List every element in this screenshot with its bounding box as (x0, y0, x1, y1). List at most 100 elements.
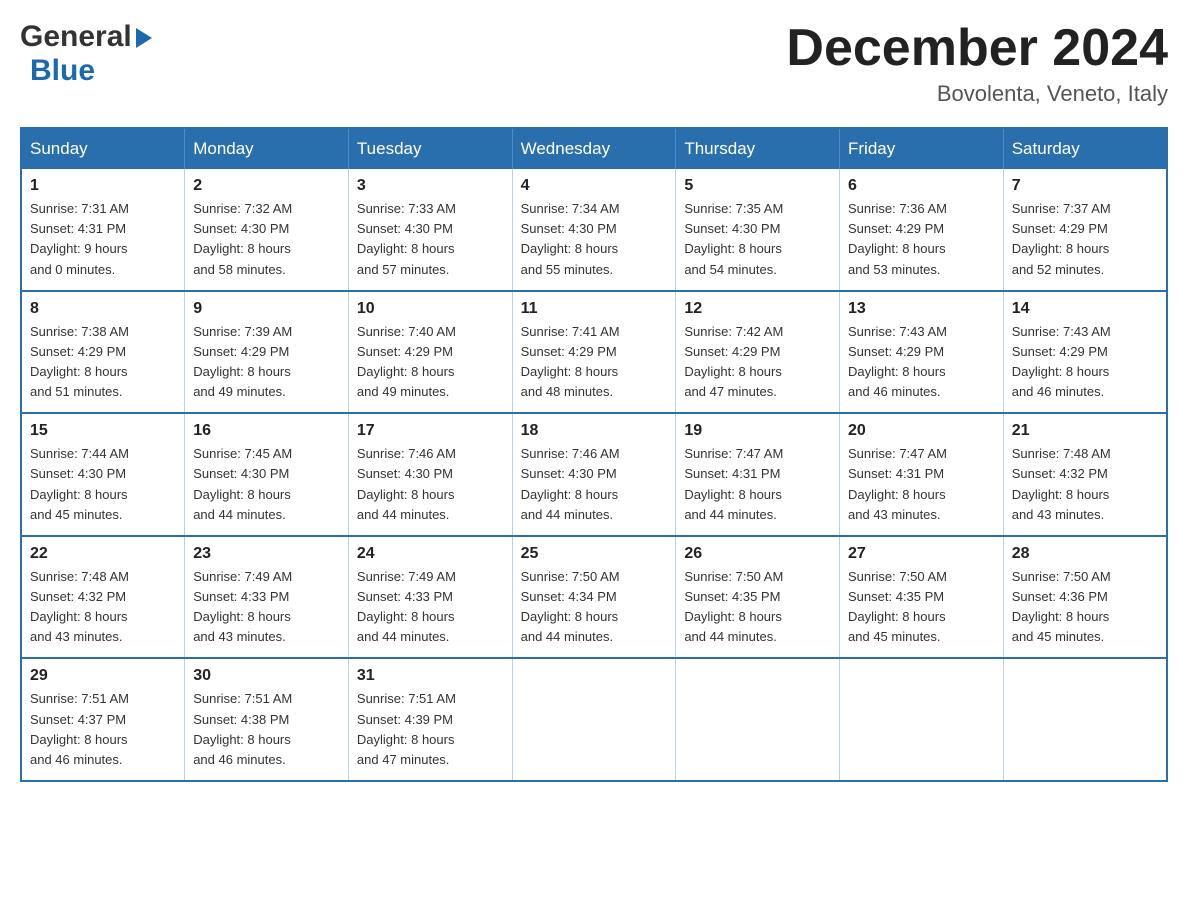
day-number: 25 (521, 545, 668, 563)
calendar-cell (840, 658, 1004, 781)
day-number: 3 (357, 177, 504, 195)
day-number: 27 (848, 545, 995, 563)
month-title: December 2024 (786, 20, 1168, 77)
day-number: 14 (1012, 300, 1158, 318)
day-number: 17 (357, 422, 504, 440)
calendar-cell: 25 Sunrise: 7:50 AMSunset: 4:34 PMDaylig… (512, 536, 676, 659)
calendar-cell: 8 Sunrise: 7:38 AMSunset: 4:29 PMDayligh… (21, 291, 185, 414)
day-number: 4 (521, 177, 668, 195)
day-info: Sunrise: 7:37 AMSunset: 4:29 PMDaylight:… (1012, 201, 1111, 276)
calendar-cell: 30 Sunrise: 7:51 AMSunset: 4:38 PMDaylig… (185, 658, 349, 781)
day-number: 16 (193, 422, 340, 440)
logo-arrow-icon (136, 28, 152, 48)
logo: General Blue (20, 20, 152, 88)
day-number: 24 (357, 545, 504, 563)
header-monday: Monday (185, 128, 349, 169)
title-section: December 2024 Bovolenta, Veneto, Italy (786, 20, 1168, 107)
day-info: Sunrise: 7:51 AMSunset: 4:37 PMDaylight:… (30, 691, 129, 766)
calendar-header-row: Sunday Monday Tuesday Wednesday Thursday… (21, 128, 1167, 169)
calendar-cell: 4 Sunrise: 7:34 AMSunset: 4:30 PMDayligh… (512, 169, 676, 291)
day-info: Sunrise: 7:50 AMSunset: 4:35 PMDaylight:… (848, 569, 947, 644)
calendar-cell: 20 Sunrise: 7:47 AMSunset: 4:31 PMDaylig… (840, 413, 1004, 536)
day-number: 23 (193, 545, 340, 563)
calendar-week-row: 22 Sunrise: 7:48 AMSunset: 4:32 PMDaylig… (21, 536, 1167, 659)
day-info: Sunrise: 7:42 AMSunset: 4:29 PMDaylight:… (684, 324, 783, 399)
day-info: Sunrise: 7:41 AMSunset: 4:29 PMDaylight:… (521, 324, 620, 399)
calendar-cell: 16 Sunrise: 7:45 AMSunset: 4:30 PMDaylig… (185, 413, 349, 536)
day-number: 29 (30, 667, 176, 685)
day-number: 28 (1012, 545, 1158, 563)
day-number: 11 (521, 300, 668, 318)
day-info: Sunrise: 7:47 AMSunset: 4:31 PMDaylight:… (848, 446, 947, 521)
page-header: General Blue December 2024 Bovolenta, Ve… (20, 20, 1168, 107)
calendar-cell: 26 Sunrise: 7:50 AMSunset: 4:35 PMDaylig… (676, 536, 840, 659)
day-info: Sunrise: 7:35 AMSunset: 4:30 PMDaylight:… (684, 201, 783, 276)
calendar-cell: 7 Sunrise: 7:37 AMSunset: 4:29 PMDayligh… (1003, 169, 1167, 291)
day-number: 12 (684, 300, 831, 318)
day-info: Sunrise: 7:50 AMSunset: 4:36 PMDaylight:… (1012, 569, 1111, 644)
day-number: 2 (193, 177, 340, 195)
day-number: 1 (30, 177, 176, 195)
day-number: 6 (848, 177, 995, 195)
calendar-cell: 5 Sunrise: 7:35 AMSunset: 4:30 PMDayligh… (676, 169, 840, 291)
calendar-cell: 3 Sunrise: 7:33 AMSunset: 4:30 PMDayligh… (348, 169, 512, 291)
calendar-cell: 2 Sunrise: 7:32 AMSunset: 4:30 PMDayligh… (185, 169, 349, 291)
day-number: 22 (30, 545, 176, 563)
day-info: Sunrise: 7:48 AMSunset: 4:32 PMDaylight:… (1012, 446, 1111, 521)
calendar-cell: 18 Sunrise: 7:46 AMSunset: 4:30 PMDaylig… (512, 413, 676, 536)
day-number: 9 (193, 300, 340, 318)
day-info: Sunrise: 7:43 AMSunset: 4:29 PMDaylight:… (848, 324, 947, 399)
calendar-week-row: 1 Sunrise: 7:31 AMSunset: 4:31 PMDayligh… (21, 169, 1167, 291)
day-number: 13 (848, 300, 995, 318)
day-info: Sunrise: 7:31 AMSunset: 4:31 PMDaylight:… (30, 201, 129, 276)
day-info: Sunrise: 7:36 AMSunset: 4:29 PMDaylight:… (848, 201, 947, 276)
day-info: Sunrise: 7:44 AMSunset: 4:30 PMDaylight:… (30, 446, 129, 521)
calendar-cell: 27 Sunrise: 7:50 AMSunset: 4:35 PMDaylig… (840, 536, 1004, 659)
calendar-week-row: 15 Sunrise: 7:44 AMSunset: 4:30 PMDaylig… (21, 413, 1167, 536)
day-number: 18 (521, 422, 668, 440)
header-sunday: Sunday (21, 128, 185, 169)
calendar-cell: 12 Sunrise: 7:42 AMSunset: 4:29 PMDaylig… (676, 291, 840, 414)
day-info: Sunrise: 7:49 AMSunset: 4:33 PMDaylight:… (193, 569, 292, 644)
logo-general-text: General (20, 20, 132, 54)
day-info: Sunrise: 7:47 AMSunset: 4:31 PMDaylight:… (684, 446, 783, 521)
day-info: Sunrise: 7:50 AMSunset: 4:35 PMDaylight:… (684, 569, 783, 644)
day-info: Sunrise: 7:34 AMSunset: 4:30 PMDaylight:… (521, 201, 620, 276)
calendar-cell: 19 Sunrise: 7:47 AMSunset: 4:31 PMDaylig… (676, 413, 840, 536)
day-number: 7 (1012, 177, 1158, 195)
day-info: Sunrise: 7:50 AMSunset: 4:34 PMDaylight:… (521, 569, 620, 644)
day-info: Sunrise: 7:38 AMSunset: 4:29 PMDaylight:… (30, 324, 129, 399)
header-wednesday: Wednesday (512, 128, 676, 169)
location: Bovolenta, Veneto, Italy (786, 81, 1168, 107)
calendar-cell: 23 Sunrise: 7:49 AMSunset: 4:33 PMDaylig… (185, 536, 349, 659)
day-number: 8 (30, 300, 176, 318)
calendar-cell: 28 Sunrise: 7:50 AMSunset: 4:36 PMDaylig… (1003, 536, 1167, 659)
day-info: Sunrise: 7:40 AMSunset: 4:29 PMDaylight:… (357, 324, 456, 399)
day-info: Sunrise: 7:48 AMSunset: 4:32 PMDaylight:… (30, 569, 129, 644)
calendar-week-row: 29 Sunrise: 7:51 AMSunset: 4:37 PMDaylig… (21, 658, 1167, 781)
calendar-cell (676, 658, 840, 781)
calendar-cell: 1 Sunrise: 7:31 AMSunset: 4:31 PMDayligh… (21, 169, 185, 291)
day-info: Sunrise: 7:46 AMSunset: 4:30 PMDaylight:… (521, 446, 620, 521)
calendar-cell: 22 Sunrise: 7:48 AMSunset: 4:32 PMDaylig… (21, 536, 185, 659)
calendar-cell: 6 Sunrise: 7:36 AMSunset: 4:29 PMDayligh… (840, 169, 1004, 291)
day-info: Sunrise: 7:49 AMSunset: 4:33 PMDaylight:… (357, 569, 456, 644)
calendar-cell: 11 Sunrise: 7:41 AMSunset: 4:29 PMDaylig… (512, 291, 676, 414)
logo-blue-text: Blue (30, 54, 95, 87)
day-number: 21 (1012, 422, 1158, 440)
day-number: 15 (30, 422, 176, 440)
calendar-week-row: 8 Sunrise: 7:38 AMSunset: 4:29 PMDayligh… (21, 291, 1167, 414)
calendar-cell: 29 Sunrise: 7:51 AMSunset: 4:37 PMDaylig… (21, 658, 185, 781)
day-number: 30 (193, 667, 340, 685)
header-friday: Friday (840, 128, 1004, 169)
day-info: Sunrise: 7:51 AMSunset: 4:39 PMDaylight:… (357, 691, 456, 766)
calendar-cell (512, 658, 676, 781)
day-info: Sunrise: 7:43 AMSunset: 4:29 PMDaylight:… (1012, 324, 1111, 399)
calendar-cell: 21 Sunrise: 7:48 AMSunset: 4:32 PMDaylig… (1003, 413, 1167, 536)
day-number: 20 (848, 422, 995, 440)
header-saturday: Saturday (1003, 128, 1167, 169)
calendar-cell: 10 Sunrise: 7:40 AMSunset: 4:29 PMDaylig… (348, 291, 512, 414)
calendar-cell: 13 Sunrise: 7:43 AMSunset: 4:29 PMDaylig… (840, 291, 1004, 414)
header-thursday: Thursday (676, 128, 840, 169)
day-number: 26 (684, 545, 831, 563)
